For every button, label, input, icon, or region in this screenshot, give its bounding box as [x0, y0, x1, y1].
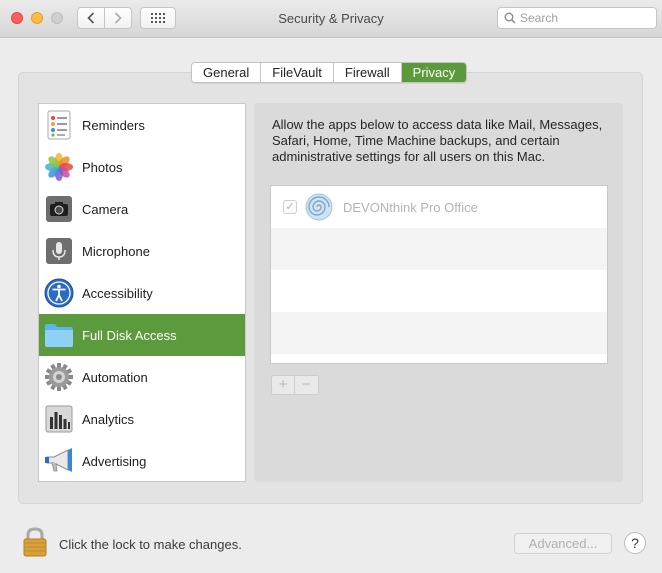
sidebar-item-microphone[interactable]: Microphone	[39, 230, 245, 272]
tab-general[interactable]: General	[192, 63, 262, 82]
sidebar-item-accessibility[interactable]: Accessibility	[39, 272, 245, 314]
reminders-icon	[44, 110, 74, 140]
search-input[interactable]	[520, 11, 650, 25]
search-icon	[504, 12, 516, 24]
sidebar-item-advertising[interactable]: Advertising	[39, 440, 245, 482]
sidebar-item-analytics[interactable]: Analytics	[39, 398, 245, 440]
sidebar-item-label: Accessibility	[82, 285, 153, 301]
sidebar-item-label: Analytics	[82, 411, 135, 427]
accessibility-icon	[44, 278, 74, 308]
tab-privacy[interactable]: Privacy	[401, 63, 467, 82]
sidebar-item-label: Camera	[82, 201, 129, 217]
list-item	[271, 312, 607, 354]
devonthink-icon	[304, 192, 334, 222]
help-button[interactable]: ?	[624, 532, 646, 554]
tab-filevault[interactable]: FileVault	[261, 63, 334, 82]
tab-bar: General FileVault Firewall Privacy	[191, 62, 468, 83]
lock-message: Click the lock to make changes.	[59, 537, 242, 552]
list-item	[271, 270, 607, 312]
sidebar-item-label: Reminders	[82, 117, 145, 133]
app-list: ✓ DEVONthink Pro Office	[270, 185, 608, 364]
sidebar-item-label: Microphone	[82, 243, 150, 259]
sidebar-item-label: Photos	[82, 159, 123, 175]
folder-icon	[44, 320, 74, 350]
add-remove-control: + −	[271, 375, 319, 395]
remove-app-button[interactable]: −	[295, 376, 318, 394]
sidebar-item-reminders[interactable]: Reminders	[39, 104, 245, 146]
gear-icon	[44, 362, 74, 392]
add-app-button[interactable]: +	[272, 376, 295, 394]
sidebar-item-label: Automation	[82, 369, 148, 385]
camera-icon	[44, 194, 74, 224]
sidebar-item-label: Advertising	[82, 453, 147, 469]
sidebar-item-camera[interactable]: Camera	[39, 188, 245, 230]
photos-icon	[44, 152, 74, 182]
list-item	[271, 228, 607, 270]
sidebar-item-full-disk-access[interactable]: Full Disk Access	[39, 314, 245, 356]
advanced-button[interactable]: Advanced...	[514, 533, 612, 554]
megaphone-icon	[44, 446, 74, 476]
microphone-icon	[44, 236, 74, 266]
analytics-icon	[44, 404, 74, 434]
app-row-devonthink[interactable]: ✓ DEVONthink Pro Office	[271, 186, 607, 228]
tab-firewall[interactable]: Firewall	[333, 63, 402, 82]
app-access-checkbox[interactable]: ✓	[283, 200, 297, 214]
search-field[interactable]	[497, 7, 657, 29]
app-name: DEVONthink Pro Office	[343, 200, 478, 215]
title-bar: Security & Privacy	[0, 0, 662, 38]
lock-icon[interactable]	[22, 527, 48, 557]
panel-description: Allow the apps below to access data like…	[272, 117, 603, 164]
sidebar-item-photos[interactable]: Photos	[39, 146, 245, 188]
sidebar-item-automation[interactable]: Automation	[39, 356, 245, 398]
sidebar-item-label: Full Disk Access	[82, 327, 177, 343]
privacy-category-list: Reminders Photos Camera Microphone Acces…	[38, 103, 246, 482]
